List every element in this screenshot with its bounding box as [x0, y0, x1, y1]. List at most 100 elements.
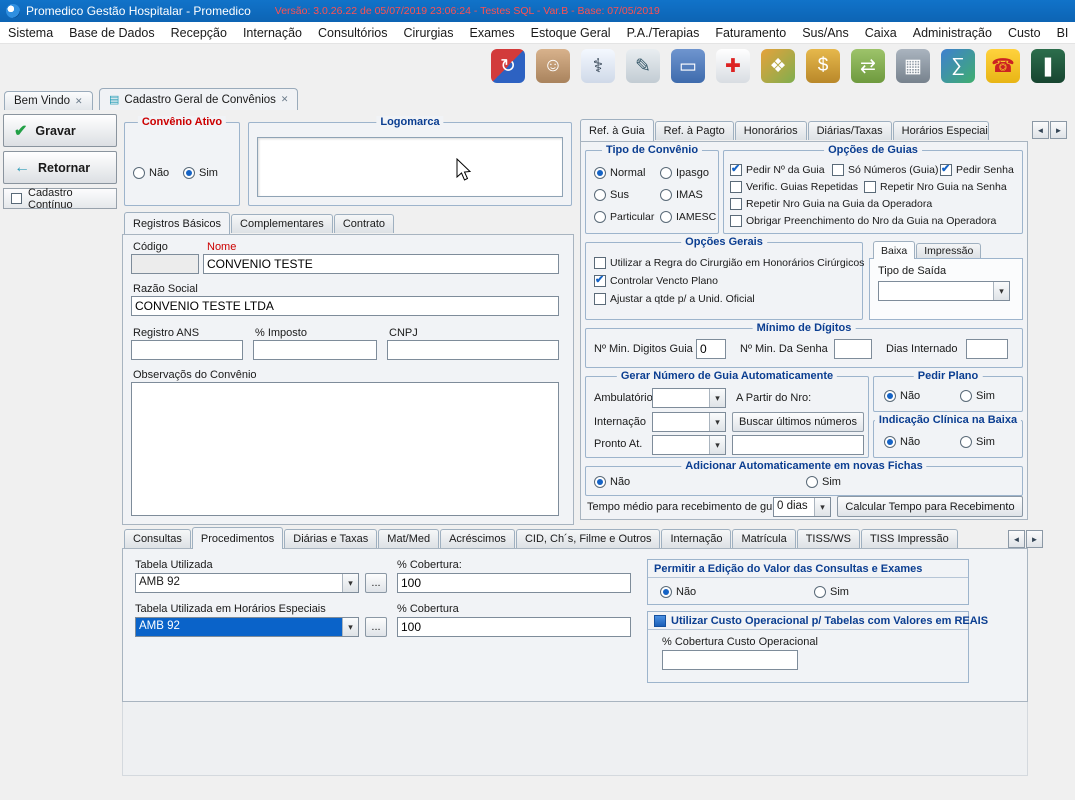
doctor-icon[interactable]: ⚕ [581, 49, 615, 83]
ambulatorio-select[interactable]: ▾ [652, 388, 726, 408]
menu-bi[interactable]: BI [1049, 26, 1075, 40]
tab-procedimentos[interactable]: Procedimentos [192, 527, 283, 549]
safe-icon[interactable]: ▦ [896, 49, 930, 83]
tab-complementares[interactable]: Complementares [231, 214, 333, 233]
tabela-browse-button[interactable]: ... [365, 573, 387, 593]
registro-ans-field[interactable] [131, 340, 243, 360]
menu-base-de-dados[interactable]: Base de Dados [61, 26, 162, 40]
sync-icon[interactable]: ↻ [491, 49, 525, 83]
razao-social-field[interactable] [131, 296, 559, 316]
radio-particular[interactable]: Particular [594, 211, 654, 223]
menu-caixa[interactable]: Caixa [857, 26, 905, 40]
observacoes-textarea[interactable] [131, 382, 559, 516]
menu-sus-ans[interactable]: Sus/Ans [794, 26, 857, 40]
radio-adicionar-nao[interactable]: Não [594, 476, 630, 488]
tab-diarias-e-taxas[interactable]: Diárias e Taxas [284, 529, 377, 548]
nome-field[interactable] [203, 254, 559, 274]
menu-internacao[interactable]: Internação [235, 26, 310, 40]
menu-custo[interactable]: Custo [1000, 26, 1049, 40]
menu-consultorios[interactable]: Consultórios [310, 26, 395, 40]
tab-registros-basicos[interactable]: Registros Básicos [124, 212, 230, 234]
codigo-field[interactable] [131, 254, 199, 274]
close-icon[interactable]: ✕ [281, 94, 289, 105]
tab-scroll-left-icon[interactable]: ◄ [1032, 121, 1049, 139]
tab-acrescimos[interactable]: Acréscimos [440, 529, 515, 548]
menu-cirurgias[interactable]: Cirurgias [396, 26, 462, 40]
bottom-tab-scroll-left-icon[interactable]: ◄ [1008, 530, 1025, 548]
tab-tiss-ws[interactable]: TISS/WS [797, 529, 860, 548]
tab-ref-a-pagto[interactable]: Ref. à Pagto [655, 121, 734, 140]
radio-iamesc[interactable]: IAMESC [660, 211, 716, 223]
ambulance-icon[interactable]: ✚ [716, 49, 750, 83]
checkbox-controlar-vencto[interactable]: Controlar Vencto Plano [594, 275, 718, 287]
tab-consultas[interactable]: Consultas [124, 529, 191, 548]
internacao-select[interactable]: ▾ [652, 412, 726, 432]
tab-tiss-impressao[interactable]: TISS Impressão [861, 529, 958, 548]
tab-matricula[interactable]: Matrícula [732, 529, 795, 548]
checkbox-so-numeros[interactable]: Só Números (Guia) [832, 164, 938, 176]
phone-icon[interactable]: ☎ [986, 49, 1020, 83]
imposto-field[interactable] [253, 340, 377, 360]
cnpj-field[interactable] [387, 340, 559, 360]
radio-ipasgo[interactable]: Ipasgo [660, 167, 709, 179]
radio-pedir-plano-nao[interactable]: Não [884, 390, 920, 402]
tab-scroll-right-icon[interactable]: ► [1050, 121, 1067, 139]
exams-icon[interactable]: ✎ [626, 49, 660, 83]
tabela-especiais-select[interactable]: AMB 92▾ [135, 617, 359, 637]
tab-mat-med[interactable]: Mat/Med [378, 529, 439, 548]
radio-adicionar-sim[interactable]: Sim [806, 476, 841, 488]
menu-pa-terapias[interactable]: P.A./Terapias [619, 26, 708, 40]
checkbox-repetir-nro-guia-operadora[interactable]: Repetir Nro Guia na Guia da Operadora [730, 198, 932, 210]
checkbox-repetir-nro-senha[interactable]: Repetir Nro Guia na Senha [864, 181, 1007, 193]
min-digitos-guia-field[interactable] [696, 339, 726, 359]
radio-permitir-sim[interactable]: Sim [814, 586, 849, 598]
cobertura2-field[interactable] [397, 617, 631, 637]
tab-horarios-especiais[interactable]: Horários Especiais [893, 121, 989, 140]
gravar-button[interactable]: ✔ Gravar [3, 114, 117, 147]
radio-indicacao-sim[interactable]: Sim [960, 436, 995, 448]
tab-ref-a-guia[interactable]: Ref. à Guia [580, 119, 654, 141]
checkbox-verific-guias-repetidas[interactable]: Verific. Guias Repetidas [730, 181, 858, 193]
radio-indicacao-nao[interactable]: Não [884, 436, 920, 448]
reception-icon[interactable]: ☺ [536, 49, 570, 83]
tipo-saida-select[interactable]: ▾ [878, 281, 1010, 301]
calculator-icon[interactable]: ∑ [941, 49, 975, 83]
tab-internacao[interactable]: Internação [661, 529, 731, 548]
tab-contrato[interactable]: Contrato [334, 214, 394, 233]
menu-sistema[interactable]: Sistema [0, 26, 61, 40]
tabela-especiais-browse-button[interactable]: ... [365, 617, 387, 637]
checkbox-ajustar-qtde[interactable]: Ajustar a qtde p/ a Unid. Oficial [594, 293, 755, 305]
radio-permitir-nao[interactable]: Não [660, 586, 696, 598]
bottom-tab-scroll-right-icon[interactable]: ► [1026, 530, 1043, 548]
transfer-icon[interactable]: ⇄ [851, 49, 885, 83]
logomarca-canvas[interactable] [257, 137, 563, 197]
tab-cid-chs-filme[interactable]: CID, Ch´s, Filme e Outros [516, 529, 661, 548]
cadastro-continuo-toggle[interactable]: Cadastro Contínuo [3, 188, 117, 209]
cobertura-field[interactable] [397, 573, 631, 593]
min-senha-field[interactable] [834, 339, 872, 359]
buscar-ultimos-numeros-button[interactable]: Buscar últimos números [732, 412, 864, 432]
radio-normal[interactable]: Normal [594, 167, 645, 179]
checkbox-obrigar-preenchimento[interactable]: Obrigar Preenchimento do Nro da Guia na … [730, 215, 996, 227]
tab-impressao[interactable]: Impressão [916, 243, 981, 258]
radio-sus[interactable]: Sus [594, 189, 629, 201]
pronto-at-select[interactable]: ▾ [652, 435, 726, 455]
tabela-utilizada-select[interactable]: AMB 92▾ [135, 573, 359, 593]
tempo-medio-select[interactable]: 0 dias▾ [773, 497, 831, 517]
a-partir-nro-field[interactable] [732, 435, 864, 455]
menu-faturamento[interactable]: Faturamento [707, 26, 794, 40]
menu-recepcao[interactable]: Recepção [163, 26, 235, 40]
tab-diarias-taxas[interactable]: Diárias/Taxas [808, 121, 892, 140]
radio-imas[interactable]: IMAS [660, 189, 703, 201]
menu-administracao[interactable]: Administração [905, 26, 1000, 40]
radio-convenio-sim[interactable]: Sim [183, 167, 218, 179]
tab-baixa[interactable]: Baixa [873, 241, 915, 259]
map-icon[interactable]: ❖ [761, 49, 795, 83]
tab-honorarios[interactable]: Honorários [735, 121, 807, 140]
close-icon[interactable]: ✕ [75, 96, 83, 107]
book-icon[interactable]: ❚ [1031, 49, 1065, 83]
tab-cadastro-convenios[interactable]: ▤ Cadastro Geral de Convênios ✕ [99, 88, 298, 110]
tab-bem-vindo[interactable]: Bem Vindo ✕ [4, 91, 93, 110]
radio-convenio-nao[interactable]: Não [133, 167, 169, 179]
checkbox-pedir-senha[interactable]: Pedir Senha [940, 164, 1014, 176]
